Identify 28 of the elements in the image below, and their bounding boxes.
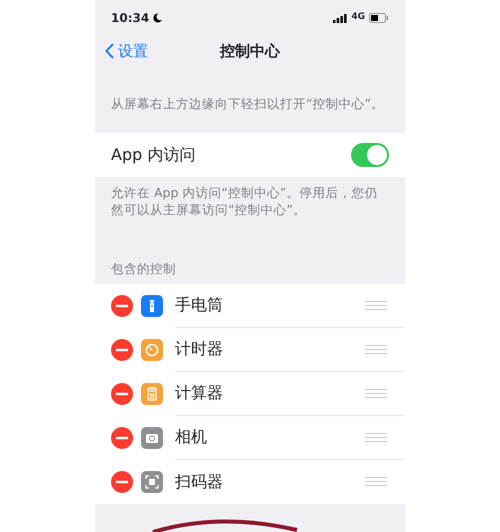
signal-icon: [333, 14, 348, 22]
remove-button[interactable]: [111, 470, 133, 492]
clock-time: 10:34: [111, 10, 150, 27]
reorder-handle[interactable]: [365, 388, 387, 398]
reorder-handle[interactable]: [365, 300, 387, 310]
reorder-handle[interactable]: [365, 344, 387, 354]
control-label: 手电筒: [175, 294, 224, 316]
remove-button[interactable]: [111, 294, 133, 316]
remove-button[interactable]: [111, 338, 133, 360]
page-title: 控制中心: [220, 40, 280, 62]
toggle-switch[interactable]: [351, 142, 389, 167]
reorder-handle[interactable]: [365, 477, 387, 486]
reorder-handle[interactable]: [365, 432, 387, 442]
battery-icon: [369, 13, 389, 23]
intro-text: 从屏幕右上方边缘向下轻扫以打开“控制中心”。: [110, 96, 385, 113]
section-header: 包含的控制: [110, 260, 177, 278]
chevron-left-icon: [105, 43, 114, 59]
footnote-text: 允许在 App 内访问“控制中心”。停用后，您仍然可以从主屏幕访问“控制中心”。: [110, 184, 378, 219]
remove-button[interactable]: [111, 382, 133, 404]
network-label: 4G: [351, 11, 365, 24]
control-label: 扫码器: [175, 470, 224, 492]
control-label: 计时器: [175, 338, 224, 360]
moon-icon: [153, 13, 162, 23]
setting-label: App 内访问: [111, 144, 196, 166]
control-label: 计算器: [175, 382, 224, 404]
control-label: 相机: [175, 426, 208, 448]
remove-button[interactable]: [111, 426, 133, 448]
back-button[interactable]: 设置: [105, 40, 148, 62]
